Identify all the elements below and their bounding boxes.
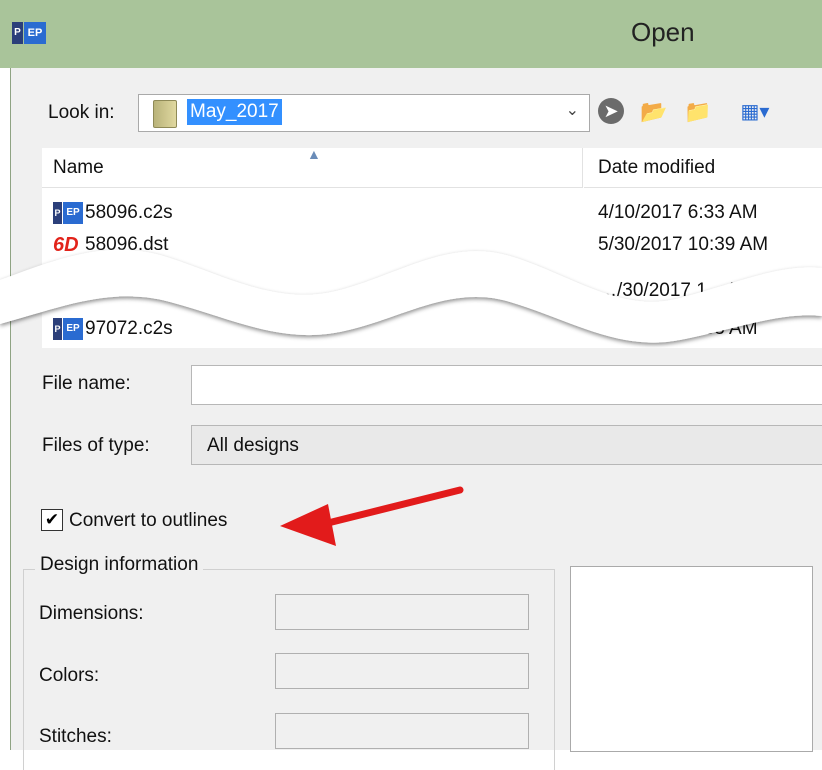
annotation-arrow-line <box>312 486 464 530</box>
convert-to-outlines-label[interactable]: Convert to outlines <box>69 510 227 532</box>
design-information-title: Design information <box>35 554 204 576</box>
colors-label: Colors: <box>39 665 100 686</box>
dimensions-field <box>275 594 529 630</box>
file-name: 58096.c2s <box>85 202 173 223</box>
pep-file-icon: P EP <box>53 202 87 224</box>
window-title: Open <box>631 17 695 47</box>
stitches-label: Stitches: <box>39 726 112 747</box>
column-header-name[interactable]: ▲ Name <box>42 146 583 188</box>
convert-to-outlines-checkbox[interactable]: ✔ <box>41 509 63 531</box>
design-preview-pane <box>570 566 813 752</box>
views-menu-icon[interactable]: ▦▾ <box>731 98 779 126</box>
files-of-type-dropdown[interactable]: All designs <box>191 425 822 465</box>
sort-ascending-icon: ▲ <box>307 146 321 162</box>
pep-app-icon: P EP <box>12 20 46 46</box>
file-row[interactable]: P EP 58096.c2s 4/10/2017 6:33 AM <box>42 198 822 228</box>
annotation-arrow-head <box>280 504 336 546</box>
colors-field <box>275 653 529 689</box>
up-folder-icon[interactable]: 📂 <box>640 98 668 126</box>
column-header-date[interactable]: Date modified <box>584 148 822 188</box>
file-name-input[interactable] <box>191 365 822 405</box>
look-in-dropdown[interactable]: May_2017 ⌄ <box>138 94 590 132</box>
open-dialog: Look in: May_2017 ⌄ ➤ 📂 📁 ▦▾ ▲ Name Date… <box>10 68 822 770</box>
file-name-label: File name: <box>42 373 131 394</box>
look-in-value: May_2017 <box>187 99 282 125</box>
stitches-field <box>275 713 529 749</box>
look-in-label: Look in: <box>48 102 115 123</box>
files-of-type-label: Files of type: <box>42 435 150 456</box>
new-folder-icon[interactable]: 📁 <box>684 98 712 126</box>
back-icon[interactable]: ➤ <box>598 98 624 124</box>
chevron-down-icon[interactable]: ⌄ <box>566 100 579 120</box>
annotation-arrow <box>280 486 464 546</box>
dimensions-label: Dimensions: <box>39 603 144 624</box>
torn-edge-overlay <box>0 249 822 343</box>
file-date: 4/10/2017 6:33 AM <box>598 202 758 223</box>
torn-edge-shape <box>0 249 822 343</box>
folder-icon <box>153 100 177 128</box>
title-bar: P EP Open <box>0 0 822 68</box>
column-name-label: Name <box>53 157 104 178</box>
